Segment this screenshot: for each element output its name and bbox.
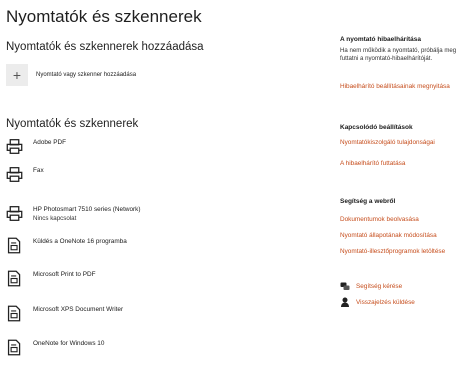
device-item-xps-writer[interactable]: Microsoft XPS Document Writer <box>6 305 123 322</box>
device-item-onenote-16[interactable]: Küldés a OneNote 16 programba <box>6 237 127 254</box>
device-item-adobe-pdf[interactable]: Adobe PDF <box>6 138 66 155</box>
printer-icon <box>6 139 23 154</box>
plus-icon: + <box>6 64 28 86</box>
device-item-fax[interactable]: Fax <box>6 166 44 183</box>
send-feedback-label: Visszajelzés küldése <box>356 298 415 306</box>
device-name: Küldés a OneNote 16 programba <box>33 238 127 245</box>
device-name: Fax <box>33 167 44 174</box>
add-printer-button[interactable]: + Nyomtató vagy szkenner hozzáadása <box>6 64 136 86</box>
devices-section-title: Nyomtatók és szkennerek <box>6 118 139 130</box>
feedback-icon <box>341 297 349 307</box>
get-help-label: Segítség kérése <box>356 283 403 290</box>
web-help-heading: Segítség a webről <box>340 198 396 205</box>
document-printer-icon <box>7 339 21 356</box>
device-status: Nincs kapcsolat <box>33 215 77 222</box>
run-troubleshooter-link[interactable]: A hibaelhárító futtatása <box>340 160 405 167</box>
related-settings-heading: Kapcsolódó beállítások <box>340 124 413 131</box>
troubleshoot-text: Ha nem működik a nyomtató, próbálja meg … <box>340 47 457 62</box>
scan-documents-link[interactable]: Dokumentumok beolvasása <box>340 216 419 223</box>
help-chat-icon <box>340 282 350 290</box>
download-drivers-link[interactable]: Nyomtató-illesztőprogramok letöltése <box>340 248 445 255</box>
page-title: Nyomtatók és szkennerek <box>6 7 202 26</box>
troubleshoot-settings-link[interactable]: Hibaelhárító beállításainak megnyitása <box>340 83 450 90</box>
add-printer-label: Nyomtató vagy szkenner hozzáadása <box>36 72 137 78</box>
document-printer-icon <box>7 305 21 322</box>
get-help-link[interactable]: Segítség kérése <box>340 282 402 291</box>
print-server-properties-link[interactable]: Nyomtatókiszolgáló tulajdonságai <box>340 139 435 146</box>
send-feedback-link[interactable]: Visszajelzés küldése <box>340 297 415 307</box>
troubleshoot-heading: A nyomtató hibaelhárítása <box>340 36 422 43</box>
device-item-hp-photosmart[interactable]: HP Photosmart 7510 series (Network) Ninc… <box>6 205 141 223</box>
device-name: Microsoft XPS Document Writer <box>33 306 124 313</box>
device-item-onenote-win10[interactable]: OneNote for Windows 10 <box>6 339 104 356</box>
device-name: HP Photosmart 7510 series (Network) <box>33 206 141 213</box>
add-section-title: Nyomtatók és szkennerek hozzáadása <box>6 41 204 53</box>
printer-icon <box>6 206 23 221</box>
device-name: Microsoft Print to PDF <box>33 271 96 278</box>
change-printer-status-link[interactable]: Nyomtató állapotának módosítása <box>340 232 437 239</box>
document-printer-icon <box>7 270 21 287</box>
device-name: Adobe PDF <box>33 139 67 146</box>
document-printer-icon <box>7 237 21 254</box>
device-name: OneNote for Windows 10 <box>33 340 105 347</box>
device-item-print-to-pdf[interactable]: Microsoft Print to PDF <box>6 270 96 287</box>
printer-icon <box>6 167 23 182</box>
